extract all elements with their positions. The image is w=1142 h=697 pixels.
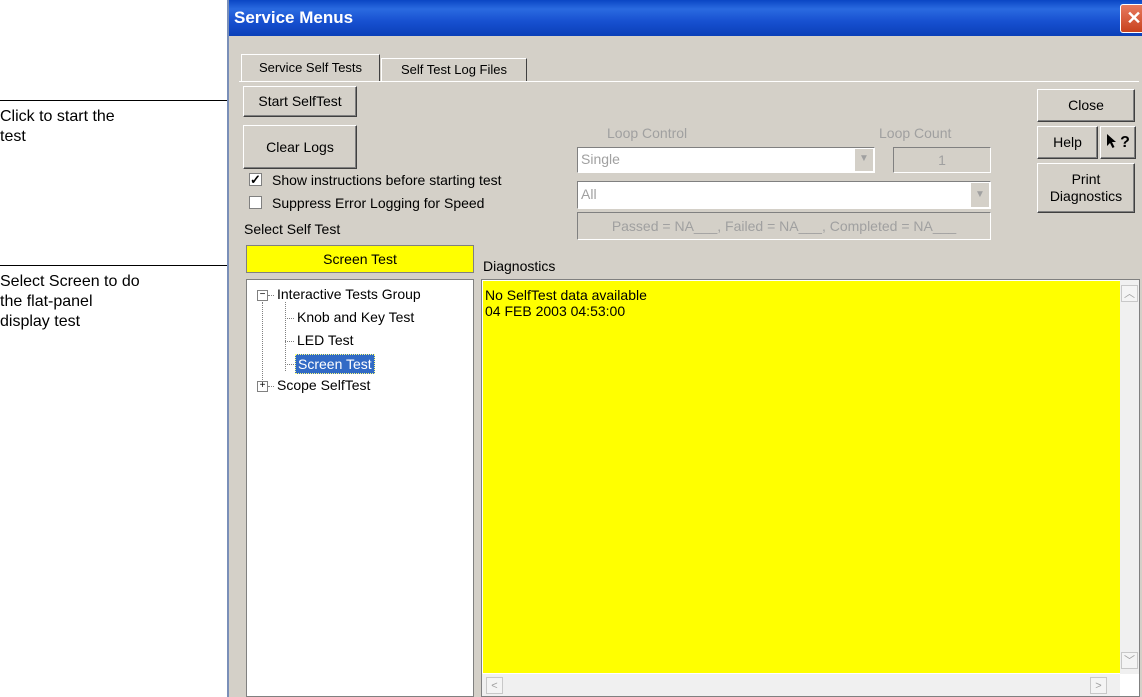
- annotation-leader-start: [0, 100, 227, 101]
- scroll-down-icon[interactable]: ﹀: [1121, 652, 1138, 669]
- selected-test-display: Screen Test: [246, 245, 474, 273]
- loop-count-label: Loop Count: [879, 125, 952, 141]
- annotation-start-line-2: test: [0, 128, 26, 145]
- chevron-down-icon[interactable]: ▼: [854, 149, 873, 171]
- test-scope-dropdown[interactable]: All ▼: [577, 181, 991, 209]
- question-mark: ?: [1120, 134, 1130, 151]
- test-status-field: Passed = NA___, Failed = NA___, Complete…: [577, 212, 991, 240]
- annotation-select-line-2: the flat-panel: [0, 293, 93, 310]
- collapse-icon[interactable]: −: [257, 290, 268, 301]
- annotation-select-line-3: display test: [0, 313, 81, 330]
- service-menus-window: Service Menus ✕ Service Self Tests Self …: [227, 0, 1142, 697]
- loop-count-value: 1: [938, 152, 946, 168]
- loop-control-value: Single: [581, 151, 620, 167]
- tab-service-self-tests[interactable]: Service Self Tests: [241, 54, 380, 81]
- whats-this-help-button[interactable]: ?: [1100, 126, 1136, 159]
- tab-divider: [239, 81, 1139, 82]
- diagnostics-text-area[interactable]: No SelfTest data available 04 FEB 2003 0…: [483, 281, 1120, 673]
- tree-item-screen-test[interactable]: Screen Test: [295, 354, 375, 374]
- tree-item-scope-selftest[interactable]: Scope SelfTest: [277, 377, 370, 393]
- show-instructions-checkbox[interactable]: ✓: [249, 173, 262, 186]
- help-button[interactable]: Help: [1037, 126, 1098, 159]
- print-diagnostics-label-2: Diagnostics: [1049, 188, 1123, 204]
- start-selftest-button[interactable]: Start SelfTest: [243, 86, 357, 117]
- test-scope-value: All: [581, 186, 597, 202]
- loop-control-dropdown[interactable]: Single ▼: [577, 147, 875, 173]
- tree-connector: [285, 302, 286, 371]
- tab-self-test-log-files[interactable]: Self Test Log Files: [381, 58, 527, 82]
- vertical-scrollbar[interactable]: ︿ ﹀: [1120, 280, 1139, 674]
- diagnostics-panel[interactable]: No SelfTest data available 04 FEB 2003 0…: [481, 279, 1140, 697]
- window-close-icon[interactable]: ✕: [1120, 4, 1142, 33]
- chevron-down-icon[interactable]: ▼: [970, 183, 989, 207]
- annotation-select-screen: Select Screen to do the flat-panel displ…: [0, 272, 140, 332]
- close-button[interactable]: Close: [1037, 89, 1135, 122]
- print-diagnostics-label-1: Print: [1071, 171, 1101, 187]
- select-self-test-label: Select Self Test: [244, 221, 341, 237]
- annotation-start-line-1: Click to start the: [0, 108, 115, 125]
- title-bar[interactable]: Service Menus ✕: [229, 0, 1142, 36]
- diagnostics-line-1: No SelfTest data available: [485, 287, 647, 303]
- tree-connector: [268, 295, 274, 296]
- window-title: Service Menus: [234, 8, 354, 27]
- suppress-error-logging-label: Suppress Error Logging for Speed: [272, 195, 485, 211]
- scroll-up-icon[interactable]: ︿: [1121, 285, 1138, 302]
- loop-count-field[interactable]: 1: [893, 147, 991, 173]
- show-instructions-label: Show instructions before starting test: [272, 172, 502, 188]
- self-test-tree[interactable]: − Interactive Tests Group Knob and Key T…: [246, 279, 474, 697]
- tree-connector: [285, 318, 294, 319]
- tree-connector: [285, 364, 294, 365]
- horizontal-scrollbar[interactable]: < >: [482, 674, 1120, 696]
- tree-connector: [262, 302, 263, 386]
- print-diagnostics-button[interactable]: Print Diagnostics: [1037, 163, 1135, 213]
- tree-item-interactive-tests-group[interactable]: Interactive Tests Group: [277, 286, 421, 302]
- tree-item-led-test[interactable]: LED Test: [297, 332, 354, 348]
- pointer-question-icon: ?: [1106, 134, 1130, 151]
- tree-connector: [285, 341, 294, 342]
- annotation-start-test: Click to start the test: [0, 107, 115, 147]
- diagnostics-label: Diagnostics: [483, 258, 556, 274]
- tree-connector: [268, 386, 274, 387]
- diagnostics-line-2: 04 FEB 2003 04:53:00: [485, 303, 626, 319]
- scroll-right-icon[interactable]: >: [1090, 677, 1107, 694]
- test-status-text: Passed = NA___, Failed = NA___, Complete…: [611, 218, 957, 234]
- clear-logs-button[interactable]: Clear Logs: [243, 125, 357, 169]
- tree-item-knob-and-key-test[interactable]: Knob and Key Test: [297, 309, 414, 325]
- annotation-select-line-1: Select Screen to do: [0, 273, 140, 290]
- annotation-leader-select: [0, 265, 227, 266]
- expand-icon[interactable]: +: [257, 381, 268, 392]
- scroll-left-icon[interactable]: <: [486, 677, 503, 694]
- suppress-error-logging-checkbox[interactable]: [249, 196, 262, 209]
- loop-control-label: Loop Control: [607, 125, 688, 141]
